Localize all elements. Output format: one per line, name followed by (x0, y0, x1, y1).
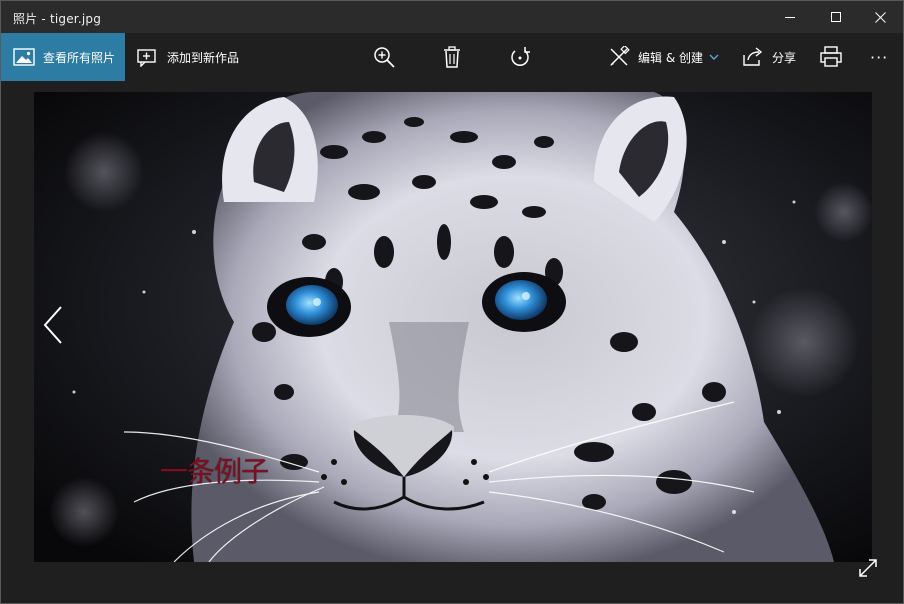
title-bar: 照片 - tiger.jpg (1, 1, 903, 33)
edit-create-button[interactable]: 编辑 & 创建 (608, 33, 719, 81)
view-all-photos-label: 查看所有照片 (43, 50, 116, 65)
add-to-creation-button[interactable]: 添加到新作品 (137, 33, 239, 81)
edit-create-icon (610, 46, 630, 66)
edit-create-label: 编辑 & 创建 (638, 50, 703, 65)
more-options-button[interactable]: ··· (870, 33, 888, 81)
toolbar: 查看所有照片 添加到新作品 编辑 & 创建 分享 ··· (1, 33, 903, 81)
fullscreen-icon (859, 559, 877, 577)
maximize-button[interactable] (813, 1, 859, 33)
print-button[interactable] (820, 33, 842, 81)
more-icon: ··· (870, 47, 889, 67)
maximize-icon (831, 12, 841, 22)
photo-image[interactable]: 一条例子 (34, 92, 872, 562)
close-icon (874, 11, 886, 23)
share-icon (743, 47, 763, 66)
photo-viewer: 一条例子 (1, 81, 903, 603)
share-button[interactable]: 分享 (742, 33, 796, 81)
gallery-icon (13, 48, 35, 66)
photos-app-window: 照片 - tiger.jpg 查看所有照片 添加到新作品 编辑 & 创建 分享 … (0, 0, 904, 604)
rotate-icon (511, 47, 530, 66)
print-icon (820, 46, 842, 67)
watermark-text: 一条例子 (160, 455, 269, 488)
minimize-icon (785, 17, 795, 18)
previous-photo-button[interactable] (39, 303, 67, 347)
fullscreen-button[interactable] (857, 557, 879, 579)
zoom-button[interactable] (373, 33, 395, 81)
share-label: 分享 (772, 50, 797, 65)
delete-button[interactable] (442, 33, 462, 81)
close-button[interactable] (857, 1, 903, 33)
chevron-left-icon (43, 306, 62, 344)
snow-leopard-image (34, 92, 872, 562)
view-all-photos-button[interactable]: 查看所有照片 (1, 33, 125, 81)
add-to-creation-icon (137, 49, 156, 67)
window-title: 照片 - tiger.jpg (13, 12, 102, 26)
add-to-creation-label: 添加到新作品 (167, 50, 240, 65)
trash-icon (444, 46, 460, 68)
minimize-button[interactable] (767, 1, 813, 33)
zoom-in-icon (374, 47, 395, 68)
rotate-button[interactable] (509, 33, 531, 81)
chevron-down-icon (709, 54, 719, 60)
